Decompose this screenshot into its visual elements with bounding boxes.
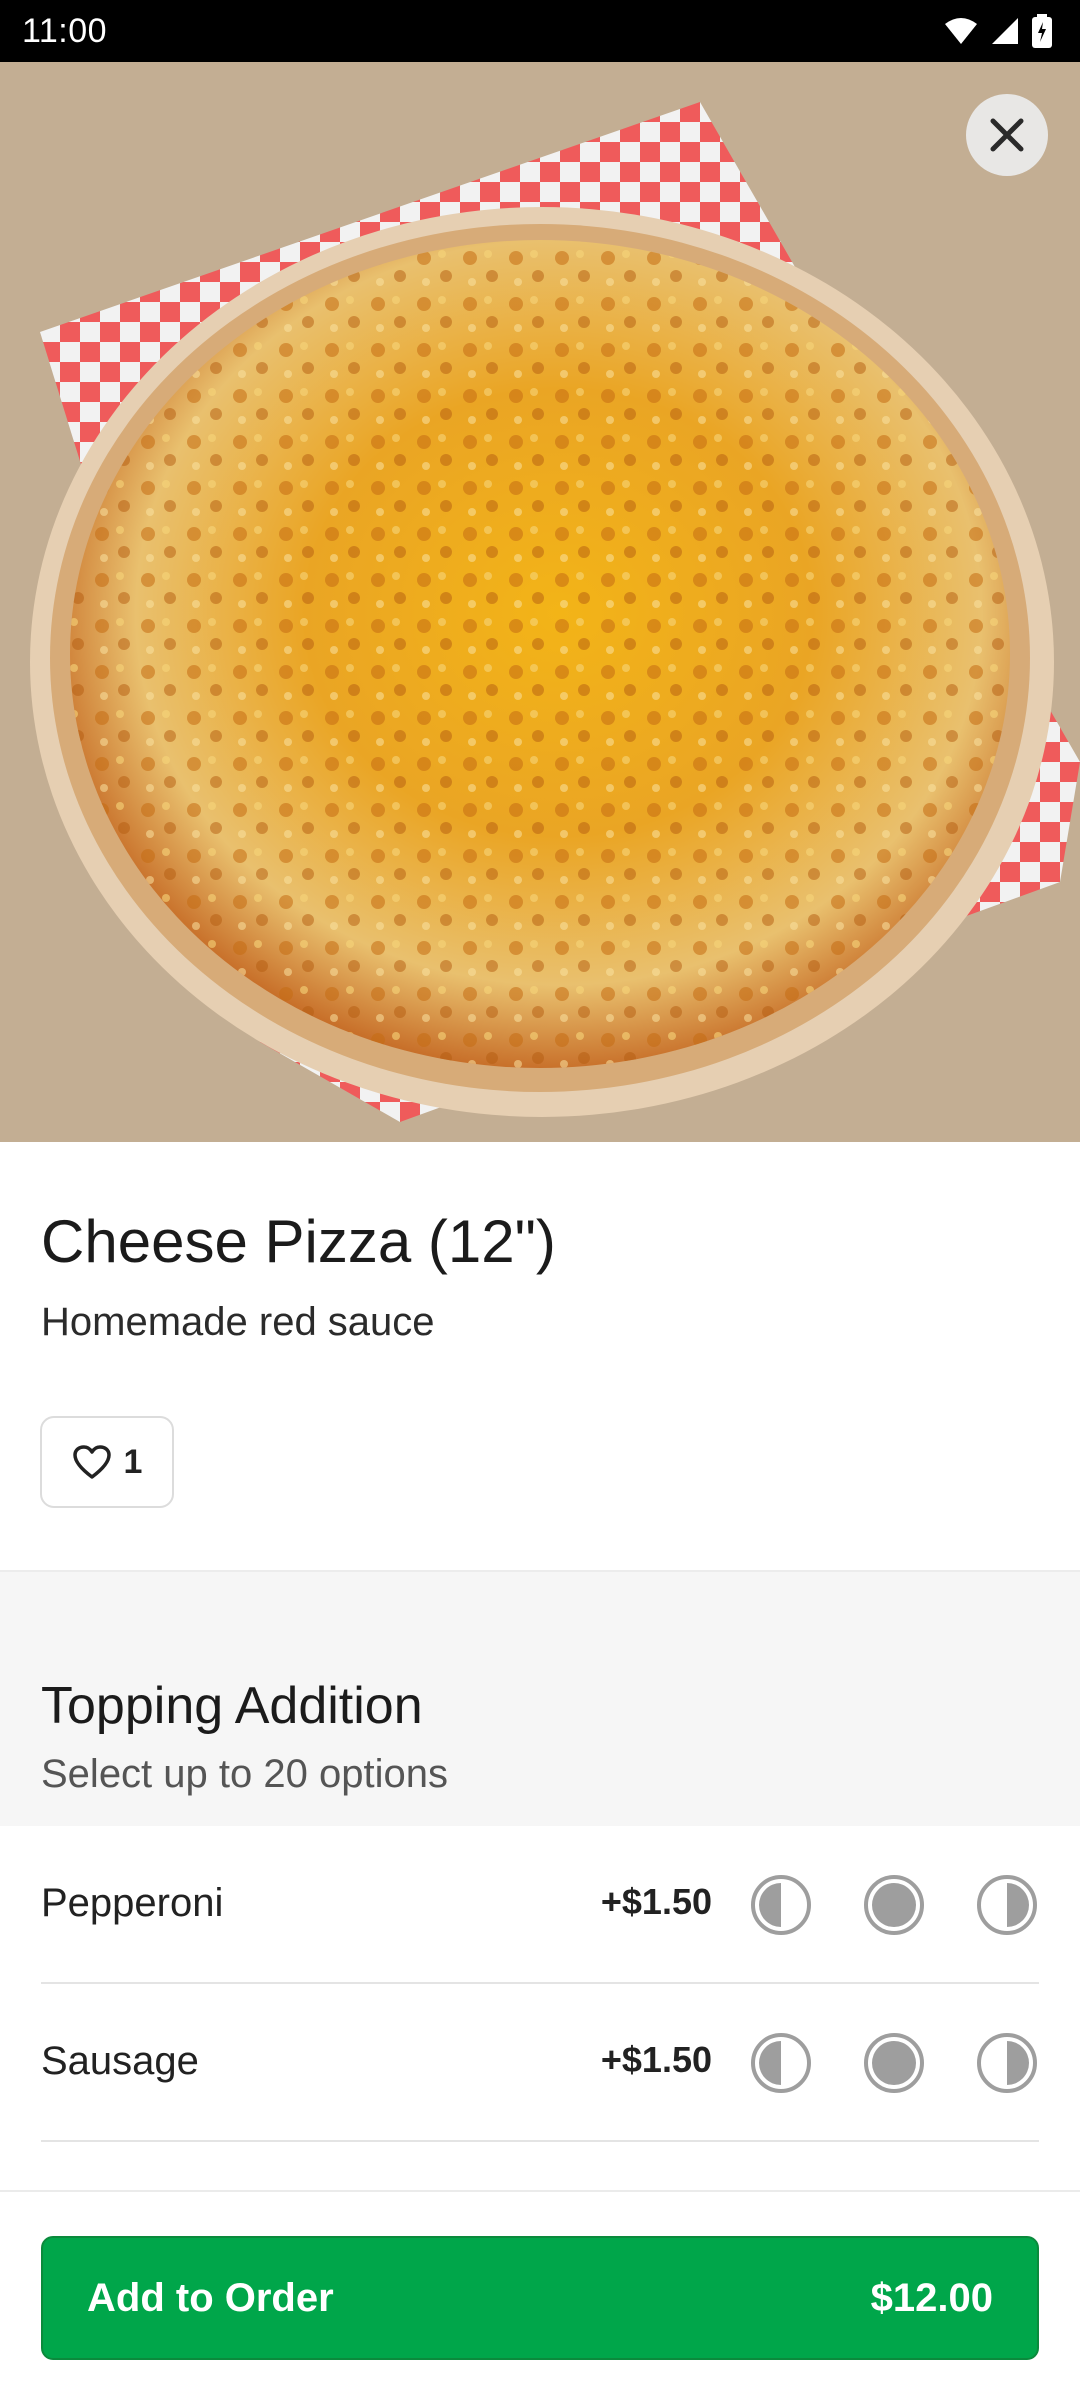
section-subtitle: Select up to 20 options [41, 1752, 448, 1796]
add-to-order-label: Add to Order [87, 2275, 334, 2320]
status-time: 11:00 [22, 11, 108, 50]
heart-icon [72, 1445, 111, 1479]
close-button[interactable] [966, 94, 1048, 176]
bottom-action-bar: Add to Order $12.00 [0, 2190, 1080, 2400]
section-title: Topping Addition [41, 1677, 423, 1735]
right-half-icon[interactable] [976, 1874, 1038, 1936]
topping-option[interactable]: Sausage +$1.50 [41, 1984, 1039, 2142]
item-title: Cheese Pizza (12") [41, 1208, 556, 1275]
option-name: Pepperoni [41, 1881, 224, 1925]
left-half-icon[interactable] [750, 1874, 812, 1936]
whole-icon[interactable] [863, 1874, 925, 1936]
item-photo [0, 62, 1080, 1142]
topping-option[interactable]: Pepperoni +$1.50 [41, 1826, 1039, 1984]
topping-option-list: Pepperoni +$1.50 Sausage +$1.50 [0, 1826, 1080, 2142]
wifi-icon [945, 18, 977, 44]
order-total: $12.00 [870, 2275, 993, 2320]
item-description: Homemade red sauce [41, 1300, 435, 1344]
left-half-icon[interactable] [750, 2032, 812, 2094]
status-bar: 11:00 [0, 0, 1080, 62]
whole-icon[interactable] [863, 2032, 925, 2094]
favorite-count: 1 [123, 1442, 143, 1481]
favorite-button[interactable]: 1 [40, 1416, 174, 1508]
option-name: Sausage [41, 2039, 199, 2083]
topping-section-header: Topping Addition Select up to 20 options [0, 1570, 1080, 1826]
next-option-peek [770, 2196, 1018, 2198]
signal-icon [992, 18, 1018, 44]
option-price: +$1.50 [600, 1881, 712, 1922]
close-icon [990, 118, 1024, 152]
status-icons [944, 14, 1052, 48]
option-price: +$1.50 [600, 2039, 712, 2080]
right-half-icon[interactable] [976, 2032, 1038, 2094]
add-to-order-button[interactable]: Add to Order $12.00 [41, 2236, 1039, 2360]
battery-icon [1032, 14, 1052, 48]
item-info: Cheese Pizza (12") Homemade red sauce 1 [0, 1142, 1080, 1570]
